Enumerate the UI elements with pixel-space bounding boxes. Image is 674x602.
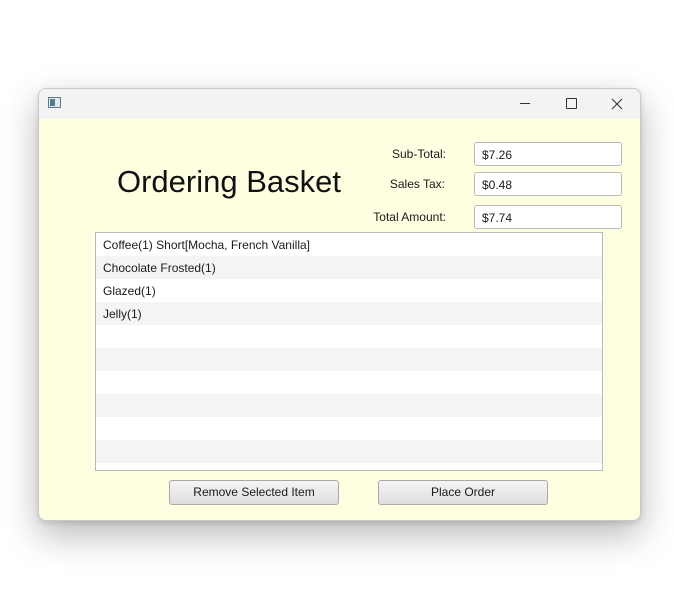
sales-tax-field[interactable]: $0.48 — [474, 172, 622, 196]
list-item[interactable]: Coffee(1) Short[Mocha, French Vanilla] — [96, 233, 602, 256]
empty-list-row — [96, 394, 602, 417]
empty-list-row — [96, 348, 602, 371]
close-icon[interactable] — [594, 89, 640, 119]
app-icon — [48, 97, 61, 108]
empty-list-row — [96, 440, 602, 463]
subtotal-label: Sub-Total: — [391, 147, 446, 161]
minimize-icon[interactable] — [502, 89, 548, 119]
empty-list-row — [96, 463, 602, 470]
list-item[interactable]: Jelly(1) — [96, 302, 602, 325]
ordering-basket-window: Ordering Basket Sub-Total: $7.26 Sales T… — [38, 88, 641, 521]
empty-list-row — [96, 371, 602, 394]
title-bar — [39, 89, 640, 119]
total-amount-label: Total Amount: — [373, 210, 446, 224]
basket-list[interactable]: Coffee(1) Short[Mocha, French Vanilla] C… — [95, 232, 603, 471]
empty-list-row — [96, 325, 602, 348]
empty-list-row — [96, 417, 602, 440]
total-amount-field[interactable]: $7.74 — [474, 205, 622, 229]
list-item[interactable]: Glazed(1) — [96, 279, 602, 302]
place-order-button[interactable]: Place Order — [378, 480, 548, 505]
list-item[interactable]: Chocolate Frosted(1) — [96, 256, 602, 279]
remove-selected-item-button[interactable]: Remove Selected Item — [169, 480, 339, 505]
sales-tax-label: Sales Tax: — [389, 177, 445, 191]
subtotal-field[interactable]: $7.26 — [474, 142, 622, 166]
page-title: Ordering Basket — [117, 164, 341, 199]
maximize-icon[interactable] — [548, 89, 594, 119]
